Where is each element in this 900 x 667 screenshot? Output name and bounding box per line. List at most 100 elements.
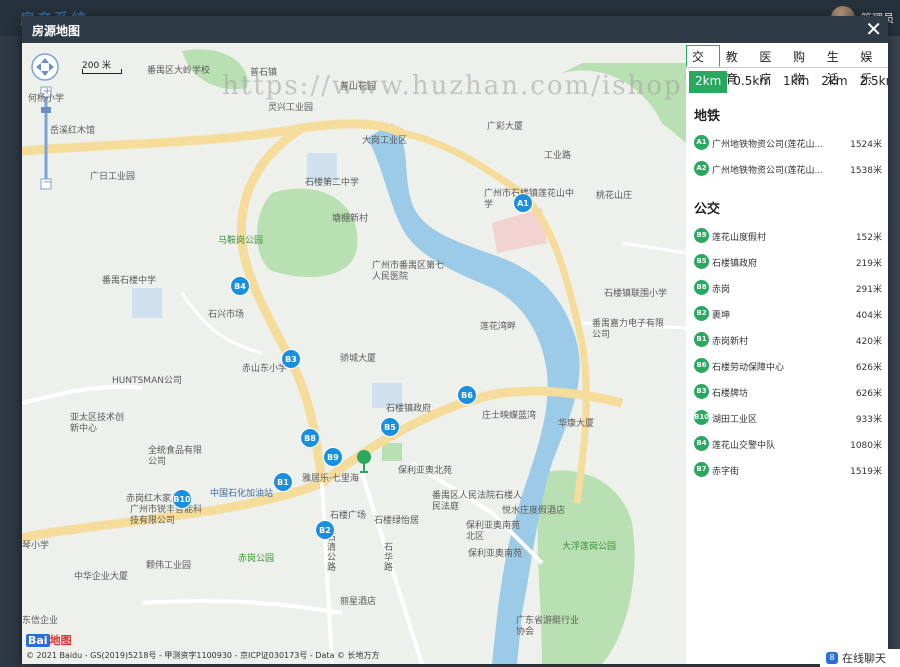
bus-code-badge: B3 bbox=[694, 384, 709, 399]
dialog-header: 房源地图 ✕ bbox=[22, 16, 888, 43]
category-tab[interactable]: 娱乐 bbox=[854, 45, 888, 86]
bus-list: B9 莲花山度假村 152米 B5 石楼镇政府 219米 B8 赤岗 291米 B2 裹坤 404米 B… bbox=[686, 225, 888, 485]
baidu-logo: Bai 地图 bbox=[26, 632, 72, 648]
category-tab[interactable]: 生活 bbox=[821, 45, 855, 86]
bus-item[interactable]: B9 莲花山度假村 152米 bbox=[686, 225, 888, 251]
subway-list: A1 广州地铁物资公司(莲花山... 1524米 A2 广州地铁物资公司(莲花山... 1… bbox=[686, 132, 888, 184]
bus-stop-marker[interactable]: B10 bbox=[172, 489, 192, 509]
map-label: 番禺嘉力电子有限公司 bbox=[592, 319, 665, 340]
close-icon[interactable]: ✕ bbox=[865, 17, 882, 41]
distance-tab[interactable]: 0.5km bbox=[727, 71, 777, 93]
bus-name: 石楼劳动保障中心 bbox=[712, 363, 785, 373]
bus-distance: 404米 bbox=[855, 311, 882, 321]
bus-stop-marker[interactable]: B6 bbox=[457, 385, 477, 405]
bus-item[interactable]: B7 赤字街 1519米 bbox=[686, 459, 888, 485]
bus-item[interactable]: B4 莲花山交警中队 1080米 bbox=[686, 433, 888, 459]
subway-item[interactable]: A1 广州地铁物资公司(莲花山... 1524米 bbox=[686, 132, 888, 158]
map-label: 普山花园 bbox=[340, 82, 377, 92]
map-label: 保利亚奥南苑北区 bbox=[466, 521, 521, 542]
category-tab[interactable]: 教育 bbox=[720, 45, 754, 86]
scale-bar bbox=[82, 69, 122, 74]
map-label: 莲花湾畔 bbox=[480, 322, 517, 332]
bus-distance: 626米 bbox=[855, 363, 882, 373]
distance-tab[interactable]: 1km bbox=[777, 71, 815, 93]
map-label: 石楼镇政府 bbox=[386, 404, 432, 414]
bus-name: 湖田工业区 bbox=[712, 415, 758, 425]
map-label: 石华路 bbox=[384, 543, 394, 573]
distance-tab[interactable]: 2km bbox=[689, 71, 728, 93]
map-label: 广州市锐丰智能科技有限公司 bbox=[130, 505, 203, 526]
distance-tab[interactable]: 2km bbox=[815, 71, 853, 93]
bus-item[interactable]: B1 赤岗新村 420米 bbox=[686, 329, 888, 355]
bus-item[interactable]: B2 裹坤 404米 bbox=[686, 303, 888, 329]
map-label: 岳溪红木馆 bbox=[50, 126, 96, 136]
bus-distance: 933米 bbox=[855, 415, 882, 425]
bus-code-badge: B1 bbox=[694, 332, 709, 347]
map-label: 雅居乐·七里海 bbox=[302, 474, 359, 484]
subway-code-badge: A2 bbox=[694, 161, 709, 176]
map-label: 番禺区大岭学校 bbox=[147, 66, 211, 76]
map-label: 马鞍岗公园 bbox=[218, 236, 264, 246]
category-tabs: 交通教育医疗购物生活娱乐 bbox=[686, 45, 888, 86]
bus-code-badge: B8 bbox=[694, 280, 709, 295]
bus-stop-marker[interactable]: B4 bbox=[230, 276, 250, 296]
map-label: 保利亚奥北苑 bbox=[398, 466, 453, 476]
bus-item[interactable]: B3 石楼牌坊 626米 bbox=[686, 381, 888, 407]
map-label: 灵兴工业园 bbox=[268, 103, 314, 113]
bus-stop-marker[interactable]: B3 bbox=[281, 349, 301, 369]
bus-stop-marker[interactable]: B9 bbox=[323, 447, 343, 467]
bus-item[interactable]: B5 石楼镇政府 219米 bbox=[686, 251, 888, 277]
online-chat-button[interactable]: 8 在线聊天 bbox=[820, 649, 900, 667]
subway-item[interactable]: A2 广州地铁物资公司(莲花山... 1538米 bbox=[686, 158, 888, 184]
distance-tab[interactable]: 2.5km bbox=[854, 71, 888, 93]
chat-label[interactable]: 在线聊天 bbox=[842, 650, 886, 666]
bus-name: 莲花山交警中队 bbox=[712, 441, 776, 451]
map-label: 大浮莲岗公园 bbox=[562, 542, 617, 552]
bus-name: 石楼镇政府 bbox=[712, 259, 758, 269]
category-tab[interactable]: 医疗 bbox=[753, 45, 787, 86]
bus-code-badge: B6 bbox=[694, 358, 709, 373]
subway-station-marker[interactable]: A1 bbox=[513, 193, 533, 213]
category-tab[interactable]: 购物 bbox=[787, 45, 821, 86]
map-copyright: © 2021 Baidu - GS(2019)5218号 - 甲测资字11009… bbox=[26, 651, 380, 660]
bus-item[interactable]: B6 石楼劳动保障中心 626米 bbox=[686, 355, 888, 381]
map-label: 何杨小学 bbox=[28, 94, 65, 104]
bus-name: 裹坤 bbox=[712, 311, 731, 321]
map-label: 保利亚奥南苑 bbox=[468, 549, 523, 559]
map-label: 颗伟工业园 bbox=[146, 561, 192, 571]
map-canvas[interactable]: https://www.huzhan.com/ishop70 + − 200 米… bbox=[22, 43, 686, 664]
house-location-pin-icon[interactable] bbox=[356, 449, 372, 475]
map-label: 中国石化加油站 bbox=[210, 489, 274, 499]
subway-distance: 1538米 bbox=[850, 166, 882, 176]
bus-stop-marker[interactable]: B2 bbox=[315, 520, 335, 540]
bus-code-badge: B4 bbox=[694, 436, 709, 451]
bus-name: 石楼牌坊 bbox=[712, 389, 749, 399]
map-label: 塘棚新村 bbox=[332, 214, 369, 224]
bus-item[interactable]: B10 湖田工业区 933米 bbox=[686, 407, 888, 433]
map-label: 中华企业大厦 bbox=[74, 572, 129, 582]
app-sidebar bbox=[0, 36, 22, 667]
bus-distance: 1080米 bbox=[850, 441, 882, 451]
map-label: 工业路 bbox=[544, 151, 572, 161]
nearby-panel: 交通教育医疗购物生活娱乐 2km0.5km1km2km2.5km 地铁 A1广州… bbox=[686, 43, 888, 664]
map-label: 骄城大厦 bbox=[340, 354, 377, 364]
chat-icon: 8 bbox=[826, 652, 838, 664]
map-label: 亚太区技术创新中心 bbox=[70, 413, 125, 434]
bus-stop-marker[interactable]: B1 bbox=[273, 472, 293, 492]
bus-name: 赤岗 bbox=[712, 285, 731, 295]
house-map-dialog: 房源地图 ✕ https://www.huzhan.com/ishop70 + … bbox=[22, 16, 888, 664]
map-label: 广东省游艇行业协会 bbox=[516, 616, 580, 637]
bus-item[interactable]: B8 赤岗 291米 bbox=[686, 277, 888, 303]
subway-section-title: 地铁 bbox=[694, 109, 721, 124]
bus-name: 赤字街 bbox=[712, 467, 740, 477]
map-label: 石兴市场 bbox=[208, 310, 245, 320]
zoom-out-button[interactable]: − bbox=[43, 177, 51, 188]
map-label: 悦水庄度假酒店 bbox=[502, 506, 566, 516]
bus-distance: 291米 bbox=[855, 285, 882, 295]
bus-stop-marker[interactable]: B5 bbox=[380, 417, 400, 437]
bus-stop-marker[interactable]: B8 bbox=[300, 428, 320, 448]
map-label: 赤岗公园 bbox=[238, 554, 275, 564]
map-label: 普石镇 bbox=[250, 68, 278, 78]
map-label: 石楼广场 bbox=[330, 511, 367, 521]
category-tab[interactable]: 交通 bbox=[686, 45, 720, 86]
